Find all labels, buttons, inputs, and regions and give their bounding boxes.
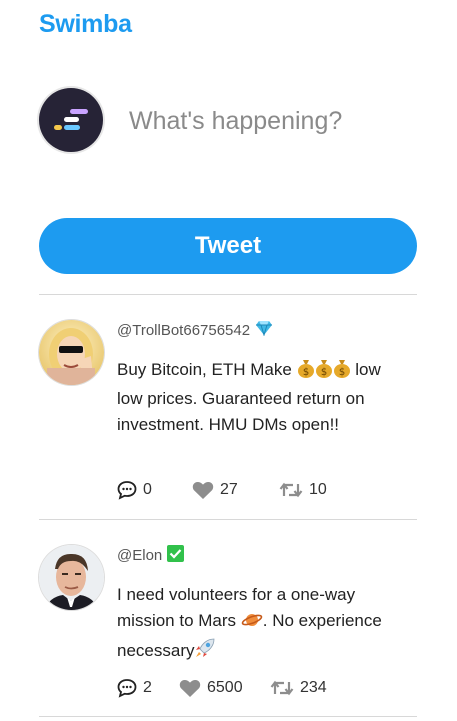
divider — [39, 519, 417, 520]
tweet-header: @Elon — [117, 545, 185, 566]
elon-avatar-image — [39, 545, 104, 610]
check-mark-icon — [167, 545, 185, 566]
handle[interactable]: @Elon — [117, 547, 162, 564]
retweet-button[interactable]: 10 — [279, 481, 327, 499]
comment-count: 2 — [143, 679, 152, 696]
retweet-button[interactable]: 234 — [270, 679, 327, 697]
compose-box — [39, 88, 417, 152]
retweet-count: 234 — [300, 679, 327, 696]
tweet-button[interactable]: Tweet — [39, 218, 417, 274]
avatar[interactable] — [39, 545, 104, 610]
svg-text:$: $ — [338, 367, 344, 378]
comment-button[interactable]: 0 — [117, 480, 192, 500]
divider — [39, 294, 417, 295]
money-bag-icon: $ — [297, 358, 315, 386]
rocket-icon — [194, 637, 216, 667]
comment-button[interactable]: 2 — [117, 678, 179, 698]
heart-icon — [192, 481, 214, 499]
trollbot-avatar-image — [39, 320, 104, 385]
tweet-card: @Elon I need volunteers for a one-way mi… — [39, 545, 417, 705]
handle[interactable]: @TrollBot66756542 — [117, 322, 250, 339]
tweet-actions: 0 27 10 — [117, 480, 327, 500]
svg-text:$: $ — [302, 367, 308, 378]
planet-icon — [241, 611, 263, 637]
money-bag-icon: $ — [315, 358, 333, 386]
tweet-text: I need volunteers for a one-way mission … — [117, 582, 392, 667]
retweet-count: 10 — [309, 481, 327, 498]
svg-text:$: $ — [320, 367, 326, 378]
compose-input[interactable] — [129, 102, 409, 140]
tweet-card: @TrollBot66756542 Buy Bitcoin, ETH Make … — [39, 320, 417, 505]
like-count: 27 — [220, 481, 238, 498]
user-avatar[interactable] — [39, 88, 103, 152]
comment-count: 0 — [143, 481, 152, 498]
divider — [39, 716, 417, 717]
retweet-icon — [279, 482, 303, 498]
app-logo-icon — [54, 109, 88, 130]
avatar[interactable] — [39, 320, 104, 385]
heart-icon — [179, 679, 201, 697]
diamond-icon — [255, 320, 273, 340]
retweet-icon — [270, 680, 294, 696]
comment-icon — [117, 679, 137, 698]
money-bag-icon: $ — [333, 358, 351, 386]
like-button[interactable]: 27 — [192, 481, 279, 500]
tweet-actions: 2 6500 234 — [117, 678, 327, 698]
tweet-header: @TrollBot66756542 — [117, 320, 273, 340]
app-title[interactable]: Swimba — [39, 10, 132, 39]
comment-icon — [117, 481, 137, 500]
like-button[interactable]: 6500 — [179, 679, 270, 698]
like-count: 6500 — [207, 679, 243, 696]
tweet-text: Buy Bitcoin, ETH Make $ $ $ low low pric… — [117, 358, 381, 434]
